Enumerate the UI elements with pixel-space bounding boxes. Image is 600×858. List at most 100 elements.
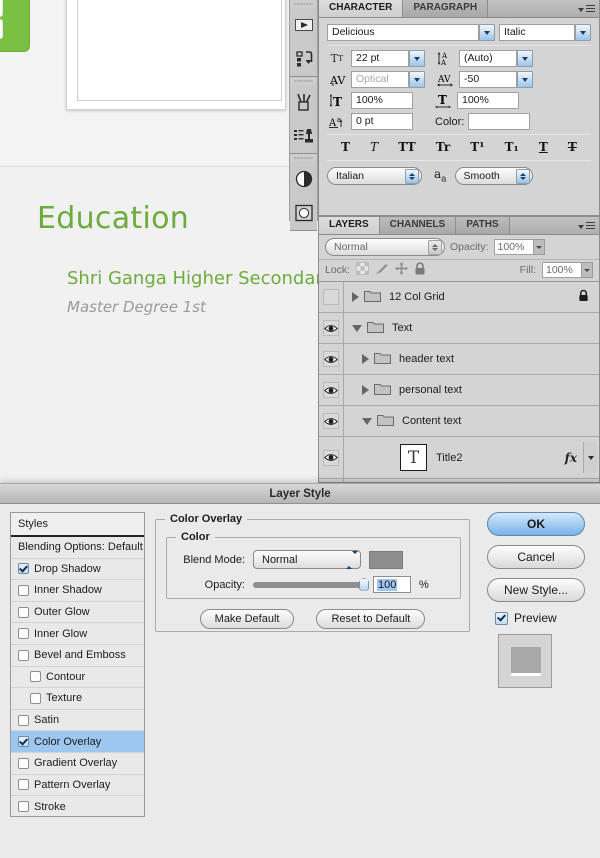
antialias-select[interactable]: Smooth [454,167,533,185]
blend-mode-select[interactable]: Normal [253,550,361,569]
character-panel[interactable]: CHARACTER PARAGRAPH Delicious Italic TT … [318,0,600,216]
kerning-field[interactable]: Optical [351,71,409,88]
font-size-combo[interactable]: 22 pt [351,50,425,67]
opacity-slider-handle[interactable] [359,577,369,591]
kerning-combo[interactable]: Optical [351,71,425,88]
layer-visibility-cell[interactable] [319,313,344,343]
disclosure-triangle-icon[interactable] [362,417,372,425]
dock-grip-icon[interactable] [290,77,317,85]
opacity-slider[interactable] [253,577,369,591]
layer-name[interactable]: personal text [399,384,462,396]
style-item-outer-glow[interactable]: Outer Glow [11,602,144,624]
styles-list-header[interactable]: Styles [11,513,144,537]
font-size-field[interactable]: 22 pt [351,50,409,67]
style-item-texture[interactable]: Texture [11,688,144,710]
leading-combo[interactable]: (Auto) [459,50,533,67]
eye-icon-on[interactable] [323,351,339,367]
layers-panel[interactable]: LAYERS CHANNELS PATHS Normal Opacity: 10… [318,216,600,483]
overlay-color-swatch[interactable] [369,550,403,569]
text-layer-thumbnail[interactable]: T [400,444,427,471]
checkbox-bevel-and-emboss[interactable] [18,649,29,661]
fx-disclosure-arrow-icon[interactable] [583,442,597,473]
checkbox-texture[interactable] [30,692,41,704]
style-item-blending-options[interactable]: Blending Options: Default [11,537,144,559]
font-family-dropdown-arrow-icon[interactable] [479,24,495,41]
fill-dropdown-arrow-icon[interactable] [582,262,593,278]
tab-paths[interactable]: PATHS [456,217,510,234]
brush-presets-icon[interactable] [290,85,317,119]
fill-control[interactable]: 100% [542,262,593,278]
checkbox-outer-glow[interactable] [18,606,29,618]
fill-value[interactable]: 100% [542,262,582,278]
tab-character[interactable]: CHARACTER [319,0,404,17]
preview-toggle-row[interactable]: Preview [495,611,557,625]
table-row[interactable]: 12 Col Grid [319,282,599,313]
style-item-bevel-and-emboss[interactable]: Bevel and Emboss [11,645,144,667]
faux-bold-button[interactable]: T [341,140,350,154]
layer-visibility-cell[interactable] [319,282,344,312]
tab-channels[interactable]: CHANNELS [379,217,457,234]
checkbox-satin[interactable] [18,714,29,726]
table-row[interactable]: Text [319,313,599,344]
layer-visibility-cell[interactable] [319,344,344,374]
layer-visibility-cell[interactable] [319,437,344,478]
font-style-dropdown-arrow-icon[interactable] [575,24,591,41]
lock-image-icon[interactable] [375,262,389,278]
canvas-subtitle-degree[interactable]: Master Degree 1st [67,298,206,316]
tab-paragraph[interactable]: PARAGRAPH [403,0,489,17]
opacity-value[interactable]: 100% [493,239,534,255]
fx-icon[interactable]: fx [565,451,583,465]
blend-mode-stepper-icon[interactable] [346,550,358,569]
disclosure-triangle-icon[interactable] [362,354,369,364]
document-page-preview[interactable] [66,0,286,110]
layer-name[interactable]: Content text [402,415,461,427]
table-row[interactable]: Content text [319,406,599,437]
underline-button[interactable]: T [539,140,548,154]
tracking-combo[interactable]: -50 [459,71,533,88]
lock-all-icon[interactable] [414,262,426,278]
tab-layers[interactable]: LAYERS [319,217,380,234]
new-style-button[interactable]: New Style... [487,578,585,602]
reset-to-default-button[interactable]: Reset to Default [316,609,426,629]
table-row[interactable]: header text [319,344,599,375]
disclosure-triangle-icon[interactable] [362,385,369,395]
dialog-titlebar[interactable]: Layer Style [0,484,600,504]
adjustments-icon[interactable] [290,162,317,196]
tracking-field[interactable]: -50 [459,71,517,88]
small-caps-button[interactable]: Tr [436,140,450,154]
baseline-shift-field[interactable]: 0 pt [351,113,413,130]
eye-icon-on[interactable] [323,320,339,336]
lock-position-icon[interactable] [395,262,409,278]
eye-icon-on[interactable] [323,413,339,429]
opacity-control[interactable]: 100% [493,239,545,255]
opacity-dropdown-arrow-icon[interactable] [533,239,545,255]
canvas-title-education[interactable]: Education [37,201,189,236]
style-item-stroke[interactable]: Stroke [11,796,144,818]
layer-visibility-cell[interactable] [319,375,344,405]
layer-fx-cell[interactable]: fx [565,442,599,473]
panel-menu-icon[interactable] [577,221,595,232]
dock-grip-icon[interactable] [290,0,317,8]
collapsed-panel-dock[interactable] [289,0,318,231]
actions-icon[interactable] [290,42,317,76]
language-stepper-icon[interactable] [405,168,419,184]
eye-icon-off[interactable] [323,289,339,305]
checkbox-color-overlay[interactable] [18,736,29,748]
styles-list[interactable]: Styles Blending Options: Default Drop Sh… [10,512,145,817]
document-canvas-area[interactable]: Education Shri Ganga Higher Secondary Ma… [0,0,333,483]
opacity-input[interactable]: 100 [373,576,411,593]
checkbox-stroke[interactable] [18,801,29,813]
eye-icon-on[interactable] [323,449,339,466]
masks-icon[interactable] [290,196,317,230]
horizontal-scale-field[interactable]: 100% [457,92,519,109]
make-default-button[interactable]: Make Default [199,609,295,629]
layer-name[interactable]: Title2 [436,452,463,464]
panel-menu-icon[interactable] [577,4,595,15]
font-family-field[interactable]: Delicious [327,24,479,41]
timeline-icon[interactable] [290,8,317,42]
eye-icon-on[interactable] [323,382,339,398]
cancel-button[interactable]: Cancel [487,545,585,569]
font-style-field[interactable]: Italic [499,24,575,41]
clone-source-icon[interactable] [290,119,317,153]
font-family-combo[interactable]: Delicious [327,24,495,41]
